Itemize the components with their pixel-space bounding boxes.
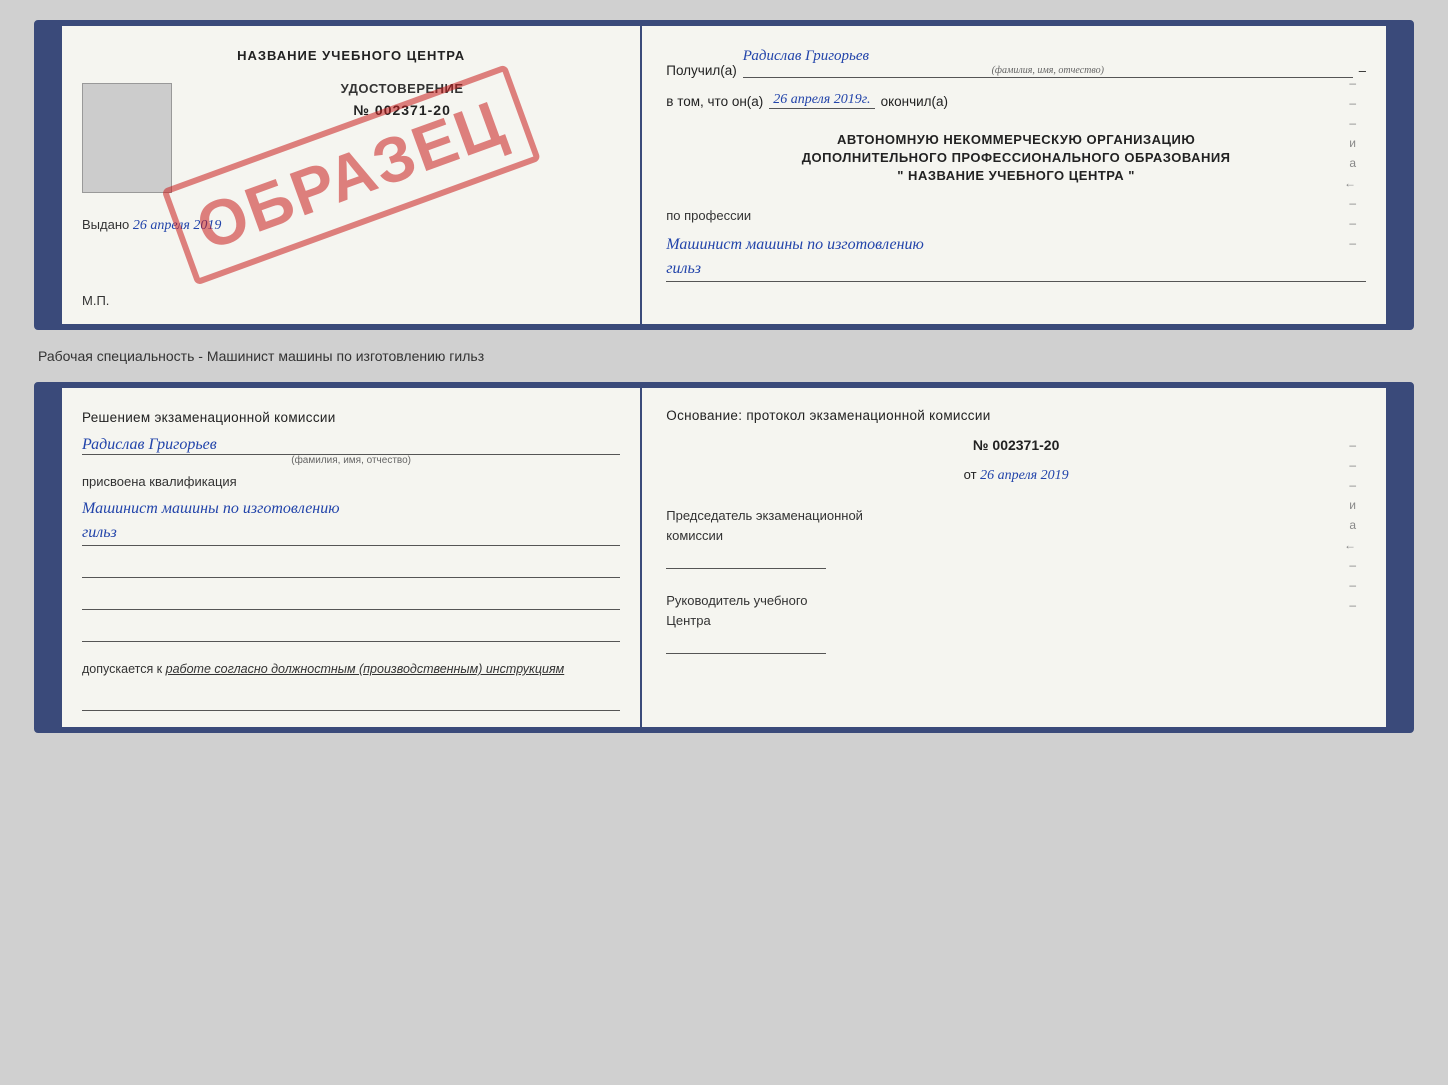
doc2-date: 26 апреля 2019 — [980, 468, 1068, 483]
po-professii: по профессии — [666, 208, 1366, 223]
doc2-left-panel: Решением экзаменационной комиссии Радисл… — [62, 388, 642, 727]
right-dashes: – – – и а ← – – – — [1344, 76, 1356, 250]
doc2-line2 — [82, 592, 620, 610]
vtom-label: в том, что он(а) — [666, 94, 763, 109]
recipient-name: Радислав Григорьев (фамилия, имя, отчест… — [743, 48, 1353, 78]
profession-value: Машинист машины по изготовлению гильз — [666, 233, 1366, 282]
document-card-2: Решением экзаменационной комиссии Радисл… — [34, 382, 1414, 733]
dopuskaetsya-prefix: допускается к — [82, 662, 162, 676]
org-line1: АВТОНОМНУЮ НЕКОММЕРЧЕСКУЮ ОРГАНИЗАЦИЮ — [666, 131, 1366, 149]
cert-vydano: Выдано 26 апреля 2019 — [82, 217, 620, 234]
doc2-name-sub: (фамилия, имя, отчество) — [82, 455, 620, 466]
doc2-date-line: от 26 апреля 2019 — [666, 467, 1366, 484]
cert-mp: М.П. — [82, 293, 620, 308]
doc2-line1 — [82, 560, 620, 578]
vtom-date: 26 апреля 2019г. — [769, 92, 874, 109]
doc2-right-dashes: – – – и а ← – – – — [1344, 438, 1356, 612]
dash-separator: – — [1359, 63, 1366, 78]
vydano-date: 26 апреля 2019 — [133, 218, 221, 233]
recipient-sub: (фамилия, имя, отчество) — [743, 65, 1353, 76]
doc2-name-block: Радислав Григорьев (фамилия, имя, отчест… — [82, 436, 620, 466]
cert-title: НАЗВАНИЕ УЧЕБНОГО ЦЕНТРА — [82, 48, 620, 63]
poluchil-label: Получил(а) — [666, 63, 737, 78]
doc2-name: Радислав Григорьев — [82, 436, 620, 455]
page-container: НАЗВАНИЕ УЧЕБНОГО ЦЕНТРА УДОСТОВЕРЕНИЕ №… — [34, 20, 1414, 733]
left-spine — [40, 26, 62, 324]
predsedatel-sign-line — [666, 549, 826, 569]
cert-photo — [82, 83, 172, 193]
doc2-osnovanie: Основание: протокол экзаменационной коми… — [666, 408, 1366, 423]
ot-label: от — [964, 467, 977, 482]
doc2-right-spine — [1386, 388, 1408, 727]
vtom-line: в том, что он(а) 26 апреля 2019г. окончи… — [666, 92, 1366, 109]
doc2-protocol-number: № 002371-20 — [666, 437, 1366, 453]
cert-udostoverenie-label: УДОСТОВЕРЕНИЕ — [184, 81, 620, 96]
doc2-line3 — [82, 624, 620, 642]
doc2-left-spine — [40, 388, 62, 727]
doc2-predsedatel: Председатель экзаменационной комиссии — [666, 506, 1366, 569]
cert-right-panel: Получил(а) Радислав Григорьев (фамилия, … — [642, 26, 1386, 324]
doc2-dopuskaetsya: допускается к работе согласно должностны… — [82, 660, 620, 679]
org-name: " НАЗВАНИЕ УЧЕБНОГО ЦЕНТРА " — [666, 167, 1366, 185]
document-card-1: НАЗВАНИЕ УЧЕБНОГО ЦЕНТРА УДОСТОВЕРЕНИЕ №… — [34, 20, 1414, 330]
rukovoditel-sign-line — [666, 634, 826, 654]
doc2-heading: Решением экзаменационной комиссии — [82, 408, 620, 428]
doc2-right-panel: Основание: протокол экзаменационной коми… — [642, 388, 1386, 727]
doc2-line4 — [82, 693, 620, 711]
poluchil-line: Получил(а) Радислав Григорьев (фамилия, … — [666, 48, 1366, 78]
cert-number: № 002371-20 — [184, 102, 620, 118]
right-spine — [1386, 26, 1408, 324]
doc2-prisvoena: присвоена квалификация — [82, 474, 620, 489]
doc2-qualification: Машинист машины по изготовлению гильз — [82, 497, 620, 546]
okoncil-label: окончил(а) — [881, 94, 948, 109]
vydano-label: Выдано — [82, 217, 129, 232]
org-line2: ДОПОЛНИТЕЛЬНОГО ПРОФЕССИОНАЛЬНОГО ОБРАЗО… — [666, 149, 1366, 167]
doc2-rukovoditel: Руководитель учебного Центра — [666, 591, 1366, 654]
between-label: Рабочая специальность - Машинист машины … — [34, 348, 1414, 364]
org-name-block: АВТОНОМНУЮ НЕКОММЕРЧЕСКУЮ ОРГАНИЗАЦИЮ ДО… — [666, 131, 1366, 186]
dopuskaetsya-text: работе согласно должностным (производств… — [166, 662, 565, 676]
cert-left-panel: НАЗВАНИЕ УЧЕБНОГО ЦЕНТРА УДОСТОВЕРЕНИЕ №… — [62, 26, 642, 324]
